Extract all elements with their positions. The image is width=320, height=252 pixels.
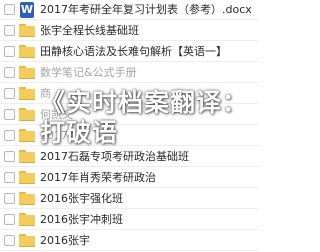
folder-row[interactable]: 2016张宇冲刺班 [0, 210, 259, 230]
folder-icon [19, 129, 35, 142]
folder-icon [19, 45, 35, 58]
word-doc-icon: W [20, 2, 34, 18]
row-divider [0, 145, 259, 146]
row-divider [0, 61, 259, 62]
file-name[interactable]: 田静核心语法及长难句解析【英语一】 [40, 44, 227, 60]
row-divider [0, 208, 259, 209]
row-checkbox[interactable] [4, 109, 15, 120]
row-checkbox[interactable] [4, 67, 15, 78]
row-checkbox[interactable] [4, 4, 15, 15]
folder-row[interactable]: 2016张宇强化班 [0, 189, 259, 209]
row-checkbox[interactable] [4, 46, 15, 57]
folder-icon [19, 150, 35, 163]
row-divider [0, 19, 259, 20]
folder-icon [19, 171, 35, 184]
row-divider [0, 229, 259, 230]
row-checkbox[interactable] [4, 130, 15, 141]
row-divider [0, 124, 259, 125]
file-row[interactable]: W 2017年考研全年复习计划表（参考）.docx [0, 0, 259, 20]
file-name[interactable]: 商 [40, 86, 51, 102]
row-checkbox[interactable] [4, 193, 15, 204]
file-name[interactable]: 2017石磊专项考研政治基础班 [40, 149, 189, 165]
row-checkbox[interactable] [4, 214, 15, 225]
folder-row[interactable]: 张宇全程长线基础班 [0, 21, 259, 41]
folder-row[interactable]: 2017 [0, 126, 259, 146]
folder-row[interactable]: 田静核心语法及长难句解析【英语一】 [0, 42, 259, 62]
file-name[interactable]: 2016张宇 [40, 233, 90, 249]
row-checkbox[interactable] [4, 25, 15, 36]
file-name[interactable]: 2017 [40, 128, 68, 144]
folder-row[interactable]: 何凯文 [0, 105, 259, 125]
file-list: W 2017年考研全年复习计划表（参考）.docx 张宇全程长线基础班田静核心语法及… [0, 0, 259, 252]
row-divider [0, 166, 259, 167]
folder-row[interactable]: 2017石磊专项考研政治基础班 [0, 147, 259, 167]
folder-icon [19, 108, 35, 121]
folder-row[interactable]: 2017年肖秀荣考研政治 [0, 168, 259, 188]
file-name[interactable]: 张宇全程长线基础班 [40, 23, 139, 39]
row-divider [0, 187, 259, 188]
file-name[interactable]: 2016张宇强化班 [40, 191, 123, 207]
folder-row[interactable]: 数学笔记&公式手册 [0, 63, 259, 83]
folder-row[interactable]: 商 [0, 84, 259, 104]
row-checkbox[interactable] [4, 235, 15, 246]
folder-icon [19, 213, 35, 226]
file-name[interactable]: 2017年肖秀荣考研政治 [40, 170, 156, 186]
row-divider [0, 250, 259, 251]
row-divider [0, 103, 259, 104]
file-name[interactable]: 2016张宇冲刺班 [40, 212, 123, 228]
row-divider [0, 82, 259, 83]
file-name[interactable]: 2017年考研全年复习计划表（参考）.docx [40, 2, 252, 18]
folder-icon [19, 87, 35, 100]
file-name[interactable]: 数学笔记&公式手册 [40, 65, 137, 81]
folder-icon [19, 24, 35, 37]
row-checkbox[interactable] [4, 172, 15, 183]
file-name[interactable]: 何凯文 [40, 107, 73, 123]
folder-icon [19, 192, 35, 205]
folder-icon [19, 66, 35, 79]
row-checkbox[interactable] [4, 88, 15, 99]
row-divider [0, 40, 259, 41]
folder-row[interactable]: 2016张宇 [0, 231, 259, 251]
folder-icon [19, 234, 35, 247]
row-checkbox[interactable] [4, 151, 15, 162]
